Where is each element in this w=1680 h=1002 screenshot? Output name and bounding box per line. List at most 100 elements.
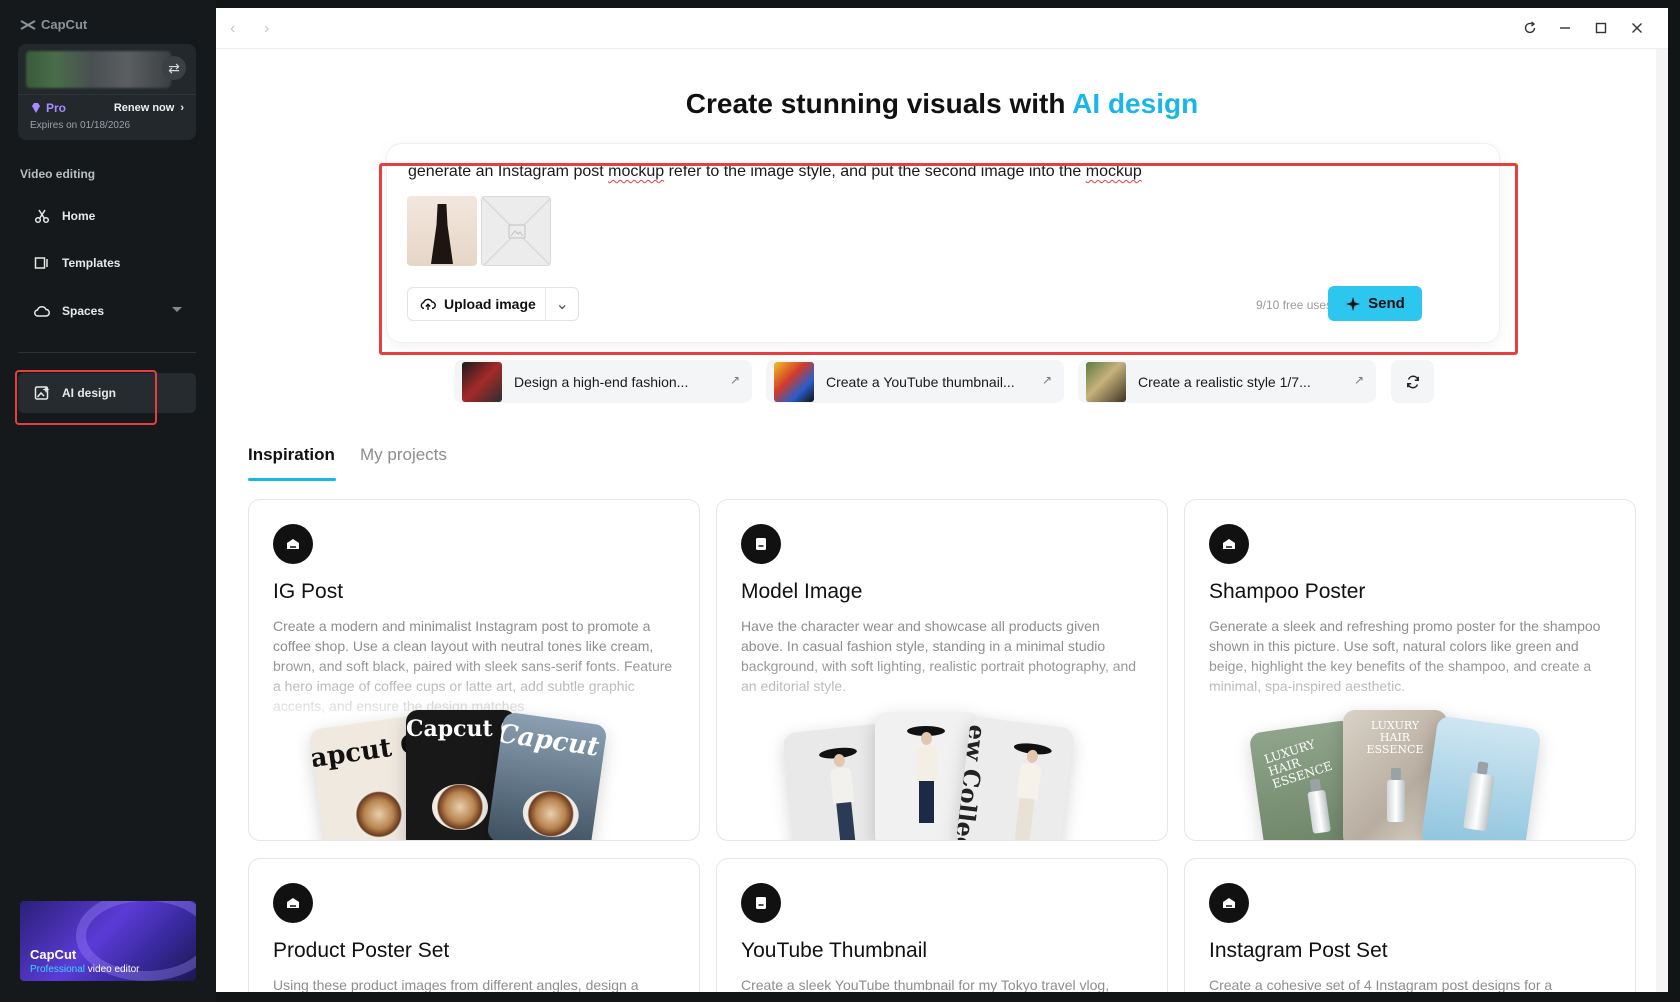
prompt-text-misspelled: mockup bbox=[1085, 163, 1142, 180]
document-icon bbox=[741, 883, 781, 923]
cloud-icon bbox=[34, 305, 50, 317]
reload-button[interactable] bbox=[1519, 17, 1541, 39]
sidebar-item-label: Templates bbox=[62, 256, 121, 270]
uploaded-image-dress[interactable] bbox=[407, 196, 477, 266]
annotation-highlight-box bbox=[15, 370, 157, 425]
switch-account-button[interactable]: ⇄ bbox=[162, 56, 186, 80]
pro-badge: Pro bbox=[30, 101, 66, 115]
upload-image-button[interactable]: Upload image ⌄ bbox=[407, 287, 579, 321]
arrow-up-right-icon: ↗ bbox=[1041, 373, 1052, 387]
image-edit-icon bbox=[273, 524, 313, 564]
send-label: Send bbox=[1368, 295, 1405, 312]
prompt-input[interactable]: generate an Instagram post mockup refer … bbox=[408, 163, 1142, 181]
suggestion-label: Create a YouTube thumbnail... bbox=[826, 373, 1015, 390]
promo-subtitle-accent: Professional bbox=[30, 964, 86, 975]
forward-arrow-icon[interactable]: › bbox=[264, 20, 269, 38]
tab-inspiration[interactable]: Inspiration bbox=[248, 445, 335, 465]
close-icon bbox=[1632, 23, 1642, 33]
template-card-shampoo-poster[interactable]: Shampoo Poster Generate a sleek and refr… bbox=[1184, 499, 1636, 841]
card-title: Product Poster Set bbox=[273, 939, 450, 962]
capcut-logo-icon bbox=[20, 19, 36, 30]
mockup-text: Capcut Cafe bbox=[495, 718, 607, 773]
sidebar-item-templates[interactable]: Templates bbox=[18, 243, 196, 283]
diamond-icon bbox=[32, 103, 40, 113]
promo-banner[interactable]: CapCut Professional video editor bbox=[20, 901, 196, 981]
prompt-text-segment: refer to the image style, and put the se… bbox=[664, 163, 1086, 180]
suggestion-chip[interactable]: Create a YouTube thumbnail... ↗ bbox=[766, 360, 1064, 403]
cloud-upload-icon bbox=[420, 298, 436, 310]
promo-subtitle-rest: video editor bbox=[85, 964, 140, 975]
upload-label: Upload image bbox=[444, 296, 536, 312]
maximize-button[interactable] bbox=[1590, 17, 1612, 39]
perfume-bottle-image bbox=[1463, 761, 1495, 832]
model-figure bbox=[1008, 741, 1053, 840]
promo-subtitle: Professional video editor bbox=[30, 964, 140, 975]
suggestion-thumbnail bbox=[462, 361, 502, 402]
chevron-down-icon[interactable]: ⌄ bbox=[546, 294, 578, 314]
suggestion-chip[interactable]: Design a high-end fashion... ↗ bbox=[454, 360, 752, 403]
prompt-text-misspelled: mockup bbox=[608, 163, 665, 180]
template-card-model-image[interactable]: Model Image Have the character wear and … bbox=[716, 499, 1168, 841]
shampoo-bottle-image bbox=[1307, 778, 1331, 834]
template-card-youtube-thumbnail[interactable]: YouTube Thumbnail Create a sleek YouTube… bbox=[716, 858, 1168, 992]
section-title: Video editing bbox=[20, 167, 96, 181]
free-uses-counter: 9/10 free uses bbox=[1256, 298, 1333, 312]
prompt-text-segment: generate an Instagram post bbox=[408, 163, 609, 180]
tab-my-projects[interactable]: My projects bbox=[360, 445, 447, 465]
page-title: Create stunning visuals with AI design bbox=[216, 88, 1668, 120]
chevron-down-icon[interactable] bbox=[172, 307, 182, 312]
mockup-blue: Capcut Cafe bbox=[486, 711, 608, 840]
template-card-ig-post[interactable]: IG Post Create a modern and minimalist I… bbox=[248, 499, 700, 841]
promo-title: CapCut bbox=[30, 947, 77, 962]
divider bbox=[18, 94, 196, 95]
close-button[interactable] bbox=[1626, 17, 1648, 39]
coffee-cup-image bbox=[432, 784, 488, 830]
card-title: Instagram Post Set bbox=[1209, 939, 1388, 962]
suggestion-thumbnail bbox=[1086, 361, 1126, 402]
sidebar-item-spaces[interactable]: Spaces bbox=[18, 291, 196, 331]
suggestion-thumbnail bbox=[774, 361, 814, 402]
template-card-product-poster-set[interactable]: Product Poster Set Using these product i… bbox=[248, 858, 700, 992]
card-description: Create a sleek YouTube thumbnail for my … bbox=[741, 977, 1110, 992]
model-figure bbox=[907, 726, 945, 826]
vertical-scrollbar[interactable] bbox=[1656, 49, 1668, 992]
maximize-icon bbox=[1595, 22, 1607, 34]
send-button[interactable]: Send bbox=[1328, 286, 1422, 321]
sidebar-item-label: Home bbox=[62, 209, 96, 223]
card-title: IG Post bbox=[273, 580, 344, 603]
minimize-icon bbox=[1560, 27, 1570, 29]
card-description: Have the character wear and showcase all… bbox=[741, 618, 1137, 694]
divider bbox=[18, 352, 196, 353]
back-arrow-icon[interactable]: ‹ bbox=[230, 20, 235, 38]
card-description: Generate a sleek and refreshing promo po… bbox=[1209, 618, 1601, 694]
model-figure bbox=[818, 746, 861, 840]
chevron-right-icon: › bbox=[180, 102, 184, 114]
main-panel: ‹ › Create stunning visuals with AI desi… bbox=[216, 8, 1668, 992]
template-card-instagram-post-set[interactable]: Instagram Post Set Create a cohesive set… bbox=[1184, 858, 1636, 992]
suggestion-chip[interactable]: Create a realistic style 1/7... ↗ bbox=[1078, 360, 1376, 403]
mockup-text: Capcut Ca bbox=[406, 716, 516, 742]
sidebar: CapCut ⇄ Pro Renew now › Expires on 01/1… bbox=[0, 0, 216, 1002]
minimize-button[interactable] bbox=[1554, 17, 1576, 39]
mockup-text-line: HAIR ESSENCE bbox=[1366, 731, 1424, 756]
card-description: Create a modern and minimalist Instagram… bbox=[273, 618, 673, 714]
upload-image-main[interactable]: Upload image bbox=[408, 288, 547, 320]
coffee-cup-image bbox=[519, 787, 582, 840]
uploaded-image-placeholder[interactable] bbox=[481, 196, 551, 266]
arrow-up-right-icon: ↗ bbox=[1353, 373, 1364, 387]
account-card[interactable]: ⇄ Pro Renew now › Expires on 01/18/2026 bbox=[18, 44, 196, 140]
brand-name: CapCut bbox=[41, 17, 88, 32]
app-window: CapCut ⇄ Pro Renew now › Expires on 01/1… bbox=[0, 0, 1680, 1002]
card-title: YouTube Thumbnail bbox=[741, 939, 928, 962]
mockup-model-right: ew Collecti bbox=[955, 716, 1075, 840]
title-bar: ‹ › bbox=[216, 8, 1668, 49]
plan-label: Pro bbox=[46, 101, 67, 115]
expiry-text: Expires on 01/18/2026 bbox=[30, 120, 131, 131]
card-description: Create a cohesive set of 4 Instagram pos… bbox=[1209, 977, 1553, 992]
refresh-suggestions-button[interactable] bbox=[1391, 360, 1434, 403]
reload-icon bbox=[1524, 21, 1536, 34]
dress-figure bbox=[431, 204, 453, 264]
sidebar-item-home[interactable]: Home bbox=[18, 196, 196, 236]
renew-now-link[interactable]: Renew now › bbox=[114, 102, 184, 114]
card-title: Shampoo Poster bbox=[1209, 580, 1366, 603]
